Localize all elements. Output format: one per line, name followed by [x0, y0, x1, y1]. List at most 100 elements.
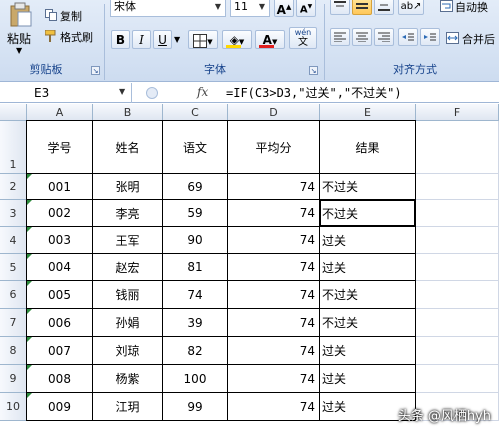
italic-button[interactable]: I: [132, 30, 151, 49]
table-cell[interactable]: 江玥: [93, 393, 163, 421]
fill-color-button[interactable]: ◈▼: [222, 30, 252, 49]
table-header-cell[interactable]: 语文: [163, 121, 228, 174]
table-header-cell[interactable]: 学号: [27, 121, 93, 174]
table-cell[interactable]: 005: [27, 281, 93, 309]
table-cell[interactable]: 杨紫: [93, 365, 163, 393]
empty-cell[interactable]: [416, 281, 499, 309]
table-cell[interactable]: 张明: [93, 174, 163, 200]
table-cell[interactable]: 过关: [320, 365, 416, 393]
decrease-indent-button[interactable]: [398, 28, 418, 46]
table-cell[interactable]: 74: [228, 174, 320, 200]
table-cell[interactable]: 100: [163, 365, 228, 393]
formula-input[interactable]: =IF(C3>D3,"过关","不过关"): [222, 83, 499, 103]
table-cell[interactable]: 不过关: [320, 281, 416, 309]
table-cell[interactable]: 过关: [320, 227, 416, 254]
empty-cell[interactable]: [416, 121, 499, 174]
row-header-1[interactable]: 1: [0, 121, 27, 174]
column-header-a[interactable]: A: [27, 104, 93, 121]
table-cell[interactable]: 003: [27, 227, 93, 254]
underline-button[interactable]: U: [153, 30, 172, 49]
shrink-font-button[interactable]: A▼: [296, 0, 316, 17]
align-bottom-button[interactable]: [374, 0, 394, 15]
wrap-text-button[interactable]: 自动换: [455, 0, 488, 15]
row-header-8[interactable]: 8: [0, 337, 27, 365]
table-cell[interactable]: 74: [163, 281, 228, 309]
table-cell[interactable]: 82: [163, 337, 228, 365]
bold-button[interactable]: B: [111, 30, 130, 49]
orientation-button[interactable]: ab↗: [398, 0, 424, 15]
table-cell[interactable]: 009: [27, 393, 93, 421]
table-cell[interactable]: 74: [228, 393, 320, 421]
table-header-cell[interactable]: 结果: [320, 121, 416, 174]
clipboard-launcher-icon[interactable]: ↘: [91, 66, 100, 75]
table-cell[interactable]: 74: [228, 281, 320, 309]
underline-dropdown-icon[interactable]: ▼: [174, 35, 180, 44]
empty-cell[interactable]: [416, 200, 499, 227]
table-cell[interactable]: 74: [228, 200, 320, 227]
table-cell[interactable]: 钱丽: [93, 281, 163, 309]
paste-button[interactable]: 粘贴: [7, 30, 35, 47]
merge-center-button[interactable]: 合并后: [462, 31, 495, 47]
table-cell[interactable]: 74: [228, 254, 320, 281]
paste-icon[interactable]: [6, 2, 34, 28]
table-cell[interactable]: 001: [27, 174, 93, 200]
empty-cell[interactable]: [416, 337, 499, 365]
table-cell[interactable]: 李亮: [93, 200, 163, 227]
table-cell[interactable]: 90: [163, 227, 228, 254]
column-header-b[interactable]: B: [93, 104, 163, 121]
table-header-cell[interactable]: 姓名: [93, 121, 163, 174]
table-cell[interactable]: 99: [163, 393, 228, 421]
table-cell[interactable]: 王军: [93, 227, 163, 254]
empty-cell[interactable]: [416, 254, 499, 281]
column-header-d[interactable]: D: [228, 104, 320, 121]
column-header-f[interactable]: F: [416, 104, 499, 121]
column-header-e[interactable]: E: [320, 104, 416, 121]
table-cell[interactable]: 006: [27, 309, 93, 337]
table-cell[interactable]: 69: [163, 174, 228, 200]
table-cell[interactable]: 74: [228, 365, 320, 393]
chevron-down-icon[interactable]: ▼: [256, 0, 268, 15]
phonetic-button[interactable]: wén 文: [289, 27, 317, 49]
font-color-button[interactable]: A▼: [255, 30, 285, 49]
borders-button[interactable]: ▼: [188, 30, 218, 49]
table-cell[interactable]: 39: [163, 309, 228, 337]
copy-button[interactable]: 复制: [60, 8, 82, 24]
column-header-c[interactable]: C: [163, 104, 228, 121]
table-cell[interactable]: 不过关: [320, 200, 416, 227]
chevron-down-icon[interactable]: ▼: [212, 0, 224, 15]
wrap-text-icon[interactable]: [440, 0, 453, 12]
row-header-7[interactable]: 7: [0, 309, 27, 337]
font-name-select[interactable]: 宋体 ▼: [110, 0, 226, 17]
align-middle-button[interactable]: [352, 0, 372, 15]
row-header-4[interactable]: 4: [0, 227, 27, 254]
empty-cell[interactable]: [416, 174, 499, 200]
select-all-corner[interactable]: [0, 104, 27, 121]
table-cell[interactable]: 004: [27, 254, 93, 281]
row-header-6[interactable]: 6: [0, 281, 27, 309]
paste-dropdown-icon[interactable]: ▼: [16, 46, 22, 55]
table-cell[interactable]: 不过关: [320, 174, 416, 200]
table-cell[interactable]: 孙娟: [93, 309, 163, 337]
align-left-button[interactable]: [330, 28, 350, 46]
row-header-3[interactable]: 3: [0, 200, 27, 227]
table-header-cell[interactable]: 平均分: [228, 121, 320, 174]
format-painter-button[interactable]: 格式刷: [60, 29, 93, 45]
font-size-select[interactable]: 11 ▼: [230, 0, 270, 17]
table-cell[interactable]: 59: [163, 200, 228, 227]
table-cell[interactable]: 赵宏: [93, 254, 163, 281]
increase-indent-button[interactable]: [420, 28, 440, 46]
table-cell[interactable]: 002: [27, 200, 93, 227]
merge-center-icon[interactable]: [446, 32, 459, 44]
font-launcher-icon[interactable]: ↘: [309, 66, 318, 75]
table-cell[interactable]: 刘琼: [93, 337, 163, 365]
table-cell[interactable]: 不过关: [320, 309, 416, 337]
table-cell[interactable]: 008: [27, 365, 93, 393]
table-cell[interactable]: 过关: [320, 254, 416, 281]
align-center-button[interactable]: [352, 28, 372, 46]
table-cell[interactable]: 74: [228, 227, 320, 254]
copy-icon[interactable]: [45, 9, 57, 21]
table-cell[interactable]: 81: [163, 254, 228, 281]
name-box-dropdown-icon[interactable]: ▼: [119, 87, 125, 96]
row-header-5[interactable]: 5: [0, 254, 27, 281]
row-header-9[interactable]: 9: [0, 365, 27, 393]
